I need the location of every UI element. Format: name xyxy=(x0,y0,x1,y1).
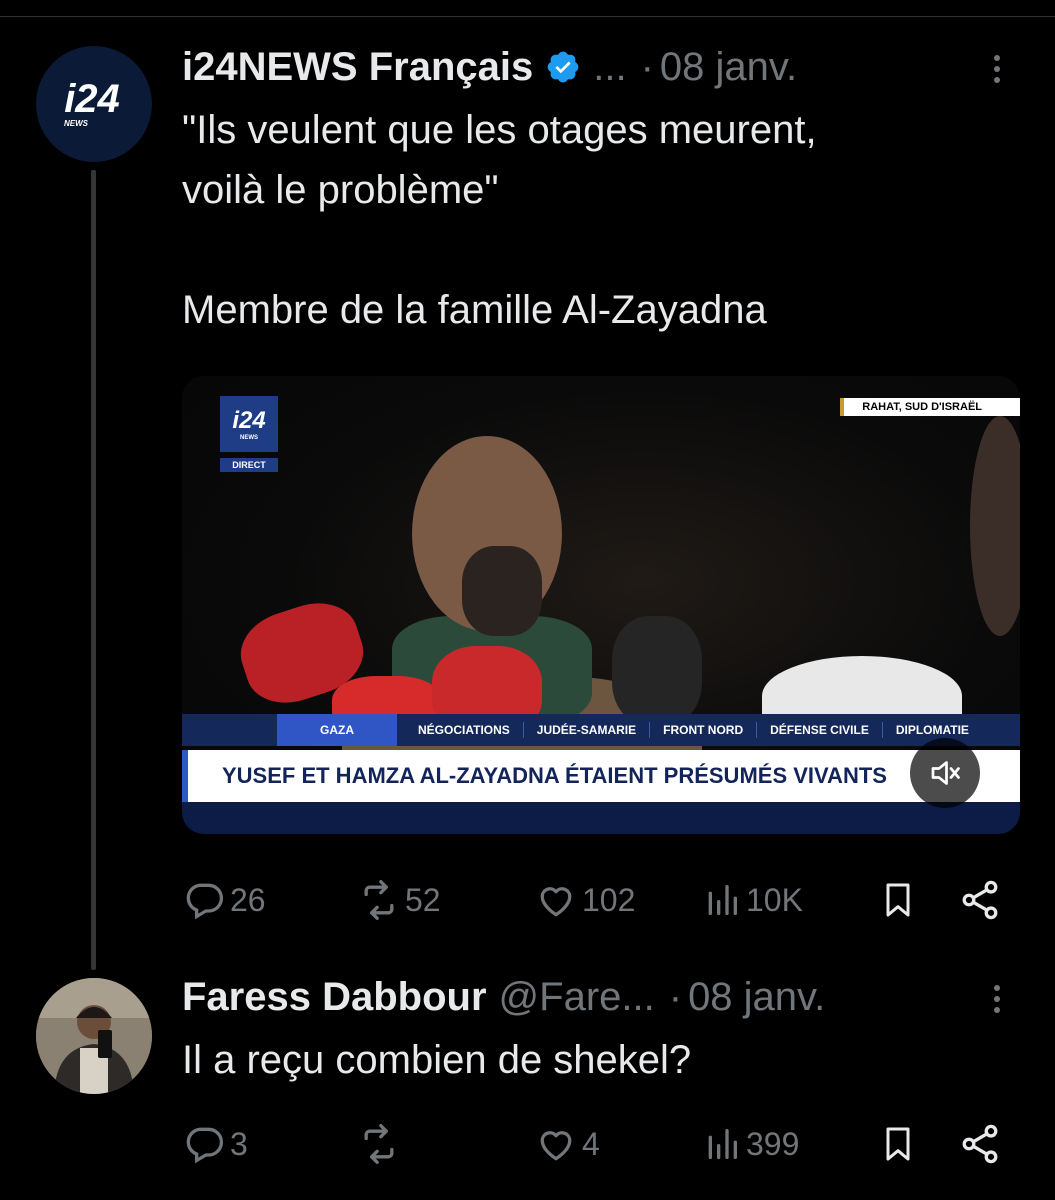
views-chart-icon xyxy=(708,885,737,915)
bookmark-button[interactable] xyxy=(878,878,918,922)
views-count: 10K xyxy=(746,881,803,918)
separator-dot: · xyxy=(640,44,654,89)
author-name[interactable]: i24NEWS Français xyxy=(182,45,533,90)
ticker-active-topic: GAZA xyxy=(277,714,397,746)
microphone xyxy=(612,616,702,726)
more-options-icon[interactable] xyxy=(992,50,1002,90)
reply-icon xyxy=(186,1127,224,1164)
tweet1-text: "Ils veulent que les otages meurent, voi… xyxy=(182,108,817,332)
svg-text:NEWS: NEWS xyxy=(64,119,89,128)
headline-bottom-bar xyxy=(182,802,1020,834)
tweet-date[interactable]: 08 janv. xyxy=(688,975,825,1020)
headline-text: YUSEF ET HAMZA AL-ZAYADNA ÉTAIENT PRÉSUM… xyxy=(222,763,887,788)
tweet1-header: i24NEWS Français ... · 08 janv. xyxy=(182,42,797,92)
bookmark-icon xyxy=(886,883,910,917)
bookmark-icon xyxy=(886,1127,910,1161)
ticker-topic: JUDÉE-SAMARIE xyxy=(524,722,651,738)
svg-text:i24: i24 xyxy=(64,77,120,121)
repost-button[interactable] xyxy=(357,1122,405,1166)
ticker-topic: DIPLOMATIE xyxy=(895,723,969,737)
like-count: 102 xyxy=(582,881,636,918)
author-handle[interactable]: @Fare... xyxy=(499,975,655,1020)
tweet2-header: Faress Dabbour @Fare... · 08 janv. xyxy=(182,972,825,1022)
tweet-date[interactable]: 08 janv. xyxy=(660,45,797,90)
mute-button[interactable] xyxy=(910,738,980,808)
views-button[interactable]: 10K xyxy=(702,878,803,922)
news-headline-banner: YUSEF ET HAMZA AL-ZAYADNA ÉTAIENT PRÉSUM… xyxy=(182,750,1020,802)
author-handle[interactable]: ... xyxy=(593,45,626,90)
heart-icon xyxy=(540,1131,572,1161)
i24-logo-icon: i24 NEWS xyxy=(64,77,120,128)
repost-button[interactable]: 52 xyxy=(357,878,441,922)
reply-button[interactable]: 26 xyxy=(182,878,266,922)
thread-connector-line xyxy=(91,170,96,970)
share-icon xyxy=(962,880,998,920)
bookmark-button[interactable] xyxy=(878,1122,918,1166)
views-count: 399 xyxy=(746,1125,800,1162)
repost-icon xyxy=(364,880,394,920)
i24news-avatar[interactable]: i24 NEWS xyxy=(36,46,152,162)
separator-dot: · xyxy=(668,974,683,1019)
tweet1-actions: 26 52 102 10K xyxy=(182,876,1012,924)
reply-button[interactable]: 3 xyxy=(182,1122,248,1166)
share-button[interactable] xyxy=(958,1122,1002,1166)
reply-count: 26 xyxy=(230,881,266,918)
speaker-muted-icon xyxy=(931,761,960,785)
ticker-topic: DÉFENSE CIVILE xyxy=(757,722,883,738)
reply-count: 3 xyxy=(230,1125,248,1162)
video-player[interactable]: i24 NEWS DIRECT RAHAT, SUD D'ISRAËL GAZA… xyxy=(182,376,1020,834)
reply-icon xyxy=(186,883,224,920)
news-ticker-nav: GAZA NÉGOCIATIONS JUDÉE-SAMARIE FRONT NO… xyxy=(182,714,1020,746)
like-count: 4 xyxy=(582,1125,600,1162)
verified-badge-icon[interactable] xyxy=(545,49,581,85)
tweet2-actions: 3 4 399 xyxy=(182,1120,1012,1168)
live-label: DIRECT xyxy=(220,458,278,472)
like-button[interactable]: 4 xyxy=(534,1122,600,1166)
channel-logo: i24 NEWS xyxy=(220,396,278,452)
like-button[interactable]: 102 xyxy=(534,878,635,922)
heart-icon xyxy=(540,887,572,917)
repost-icon xyxy=(364,1124,394,1164)
views-chart-icon xyxy=(708,1129,737,1159)
views-button[interactable]: 399 xyxy=(702,1122,799,1166)
share-button[interactable] xyxy=(958,878,1002,922)
share-icon xyxy=(962,1124,998,1164)
ticker-topic: NÉGOCIATIONS xyxy=(405,722,524,738)
profile-photo xyxy=(36,978,152,1094)
tweet2-text: Il a reçu combien de shekel? xyxy=(182,1038,692,1082)
user-avatar[interactable] xyxy=(36,978,152,1094)
background-figure xyxy=(970,416,1020,636)
top-divider xyxy=(0,16,1055,17)
repost-count: 52 xyxy=(405,881,441,918)
ticker-topic: FRONT NORD xyxy=(650,722,758,738)
location-label: RAHAT, SUD D'ISRAËL xyxy=(840,398,1020,416)
more-options-icon[interactable] xyxy=(992,980,1002,1020)
author-name[interactable]: Faress Dabbour xyxy=(182,975,487,1020)
